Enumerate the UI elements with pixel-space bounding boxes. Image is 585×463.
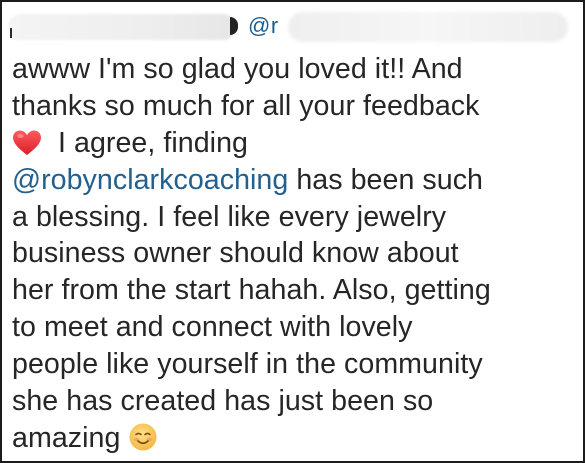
redacted-username: [8, 14, 236, 40]
redaction-edge: [230, 17, 238, 35]
message-line: business owner should know about: [12, 237, 459, 270]
redacted-recipient-handle: [288, 12, 568, 42]
message-body: awww I'm so glad you loved it!! And than…: [12, 51, 583, 457]
recipient-mention[interactable]: @r: [248, 13, 279, 39]
message-line: thanks so much for all your feedback: [12, 89, 480, 122]
message-line: awww I'm so glad you loved it!! And: [12, 53, 463, 85]
redaction-mark: [10, 28, 12, 38]
message-line: amazing: [12, 420, 583, 457]
message-line: her from the start hahah. Also, getting: [12, 274, 491, 307]
dm-message-screenshot: @r awww I'm so glad you loved it!! And t…: [0, 0, 585, 463]
message-line: she has created has just been so: [12, 385, 434, 418]
coach-mention-link[interactable]: @robynclarkcoaching: [12, 164, 288, 196]
message-line-text: amazing: [12, 421, 121, 454]
smiling-face-icon: [128, 422, 158, 461]
message-line: a blessing. I feel like every jewelry: [12, 200, 447, 233]
message-line: I agree, finding: [12, 125, 583, 162]
message-line-text: I agree, finding: [58, 126, 248, 159]
message-line: to meet and connect with lovely: [12, 311, 413, 344]
message-line-text: has been such: [296, 163, 483, 196]
message-line: people like yourself in the community: [12, 348, 483, 381]
message-header: @r: [2, 2, 583, 48]
message-line: @robynclarkcoaching has been such: [12, 162, 583, 199]
